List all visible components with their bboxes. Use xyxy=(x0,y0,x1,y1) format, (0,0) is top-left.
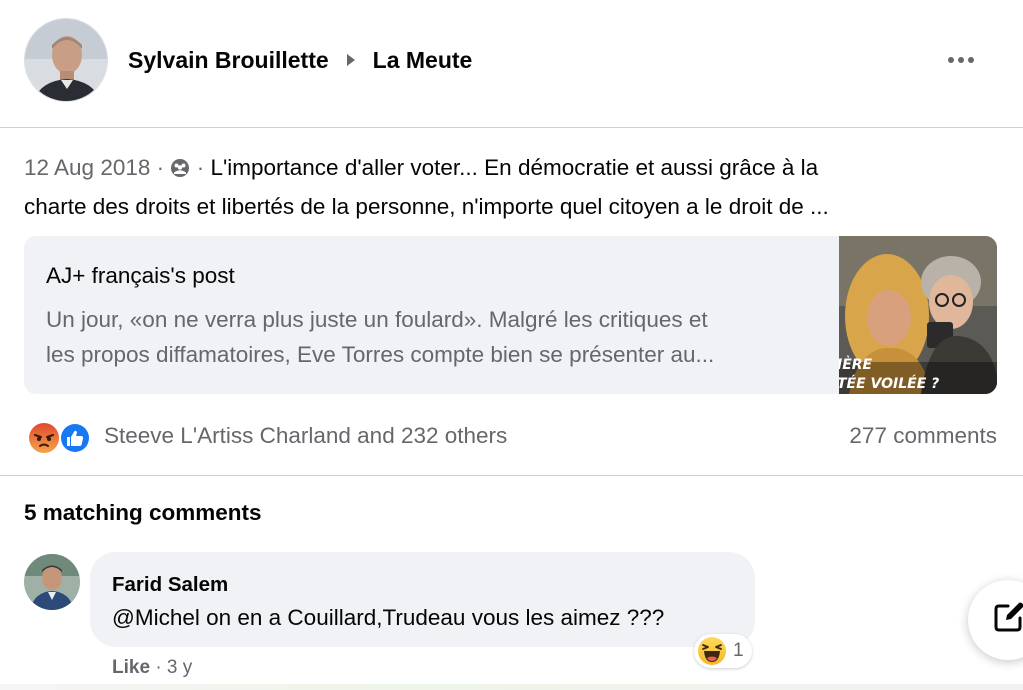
bottom-edge-strip xyxy=(0,684,1023,690)
comment-reaction-count: 1 xyxy=(733,640,744,661)
commenter-photo-icon xyxy=(24,554,80,610)
comment-reaction-badge[interactable]: 1 xyxy=(694,634,752,668)
comment-actions: Like · 3 y xyxy=(112,657,192,679)
comment-text: @Michel on en a Couillard,Trudeau vous l… xyxy=(112,605,665,630)
author-photo-icon xyxy=(25,19,107,101)
post-date[interactable]: 12 Aug 2018 xyxy=(24,155,150,180)
more-options-button[interactable] xyxy=(943,45,979,75)
shared-post-body: Un jour, «on ne verra plus juste un foul… xyxy=(46,302,821,372)
group-members-icon[interactable] xyxy=(170,153,190,189)
more-options-icon xyxy=(948,57,954,63)
haha-reaction-icon xyxy=(698,637,726,665)
reactions-summary-text[interactable]: Steeve L'Artiss Charland and 232 others xyxy=(104,423,507,449)
reaction-icons[interactable] xyxy=(28,422,92,454)
matching-comments-heading: 5 matching comments xyxy=(24,500,262,525)
comment-like-button[interactable]: Like xyxy=(112,657,150,678)
more-options-icon-dot xyxy=(968,57,974,63)
angry-reaction-icon xyxy=(29,423,59,453)
compose-button[interactable] xyxy=(968,580,1023,660)
post-header-names: Sylvain Brouillette La Meute xyxy=(128,43,472,77)
post-header: Sylvain Brouillette La Meute xyxy=(0,0,1023,128)
post-text-line-1: L'importance d'aller voter... En démocra… xyxy=(210,155,819,180)
comment-age[interactable]: 3 y xyxy=(167,657,192,678)
post-text-line-2[interactable]: charte des droits et libertés de la pers… xyxy=(24,194,829,219)
comment-bubble: Farid Salem @Michel on en a Couillard,Tr… xyxy=(90,552,755,647)
shared-post-card[interactable]: AJ+ français's post Un jour, «on ne verr… xyxy=(24,236,997,394)
post-meta-separator: · xyxy=(196,155,205,180)
caret-right-icon xyxy=(346,54,355,66)
author-avatar[interactable] xyxy=(24,18,108,102)
comments-count-link[interactable]: 277 comments xyxy=(849,423,997,449)
facebook-post-page: Sylvain Brouillette La Meute 12 Aug 2018… xyxy=(0,0,1023,690)
shared-post-title[interactable]: AJ+ français's post xyxy=(46,263,235,289)
like-reaction-icon xyxy=(59,422,91,454)
post-meta-separator: · xyxy=(156,155,165,180)
shared-post-thumbnail[interactable]: IÈRE TÉE VOILÉE ? xyxy=(839,236,997,394)
thumbnail-caption-1: IÈRE xyxy=(839,356,873,373)
shared-post-body-line-1: Un jour, «on ne verra plus juste un foul… xyxy=(46,307,708,332)
comment-author-link[interactable]: Farid Salem xyxy=(112,573,228,597)
section-divider xyxy=(0,475,1023,476)
more-options-icon-dot xyxy=(958,57,964,63)
thumbnail-caption-2: TÉE VOILÉE ? xyxy=(839,375,939,392)
commenter-avatar[interactable] xyxy=(24,554,80,610)
post-text: 12 Aug 2018 · · L'importance d'aller vot… xyxy=(24,150,999,225)
edit-compose-icon xyxy=(994,602,1023,632)
comment-actions-separator: · xyxy=(155,657,162,678)
group-name-link[interactable]: La Meute xyxy=(373,47,473,74)
shared-post-body-line-2: les propos diffamatoires, Eve Torres com… xyxy=(46,342,715,367)
reactions-summary-row: Steeve L'Artiss Charland and 232 others … xyxy=(24,418,997,456)
author-name-link[interactable]: Sylvain Brouillette xyxy=(128,47,329,74)
